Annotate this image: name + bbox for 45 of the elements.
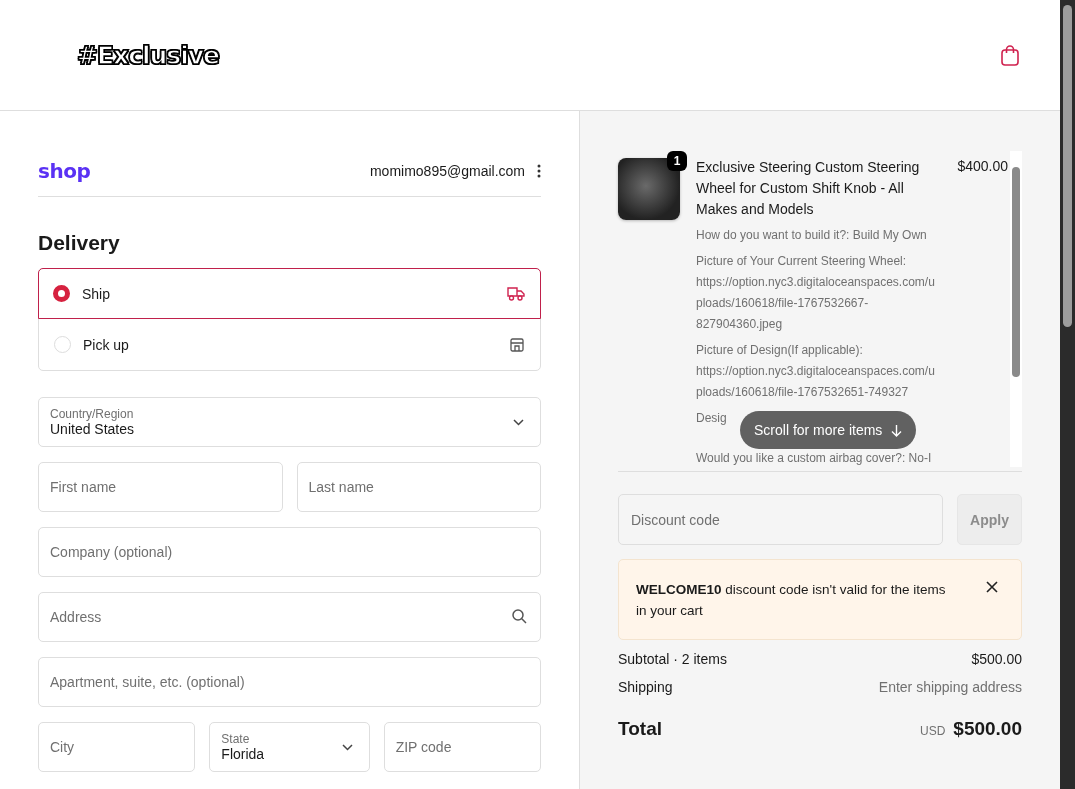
store-icon [510, 337, 524, 352]
scrollbar[interactable] [1010, 151, 1022, 467]
account-email: momimo895@gmail.com [369, 163, 525, 179]
delivery-option[interactable]: Ship [38, 268, 541, 319]
shop-brand-logo: shop [38, 159, 92, 183]
summary-label: Shipping [618, 678, 673, 696]
scrollbar[interactable] [1060, 0, 1075, 789]
quantity-badge: 1 [667, 151, 687, 171]
input-field[interactable]: Company (optional) [38, 527, 541, 577]
total-label: Total [618, 718, 663, 740]
chevron-down-icon [513, 419, 524, 426]
address-field[interactable]: Address [38, 592, 541, 642]
total-amount: $500.00 [953, 718, 1022, 740]
input-field[interactable]: ZIP code [383, 722, 541, 772]
input-field[interactable]: Apartment, suite, etc. (optional) [38, 657, 541, 707]
product-option-text: Desig [696, 410, 727, 427]
product-option-text: Picture of Design(If applicable): https://option.nyc3.digitaloceanspaces.com/uploads/160618/file-1767532651-749327 [696, 342, 936, 401]
section-heading: Delivery [38, 231, 121, 255]
input-field[interactable]: First name [38, 462, 283, 512]
product-option-text: Would you like a custom airbag cover?: No-I [696, 450, 932, 467]
product-price: $400.00 [957, 158, 1008, 176]
input-field[interactable]: Last name [296, 462, 541, 512]
product-option-text: How do you want to build it?: Build My Own [696, 227, 927, 244]
input-field[interactable]: City [38, 722, 196, 772]
product-photo-placeholder [618, 158, 680, 220]
delivery-option[interactable]: Pick up [39, 319, 540, 370]
chevron-down-icon [341, 744, 353, 751]
search-icon [512, 609, 527, 624]
store-logo[interactable]: #Exclusive [77, 40, 220, 70]
select-field[interactable]: Country/Region United States [38, 397, 541, 447]
radio-button[interactable] [53, 285, 70, 302]
summary-value: Enter shipping address [878, 678, 1022, 696]
select-field[interactable]: State Florida [209, 722, 370, 772]
product-title: Exclusive Steering Custom Steering Wheel for Custom Shift Knob - All Makes and Models [696, 158, 921, 219]
truck-icon [507, 286, 525, 301]
warning-message: WELCOME10 discount code isn't valid for the items in your cart [636, 581, 947, 620]
arrow-down-icon [891, 423, 903, 437]
summary-value: $500.00 [971, 650, 1022, 668]
summary-label: Subtotal · 2 items [618, 650, 727, 668]
scroll-more-button[interactable]: Scroll for more items [740, 411, 917, 449]
more-options-icon[interactable] [537, 164, 541, 178]
currency-code: USD [919, 724, 946, 738]
product-option-text: Picture of Your Current Steering Wheel: https://option.nyc3.digitaloceanspaces.com/uploads/160618/file-1767532667-827904360.jpeg [696, 253, 936, 333]
close-icon[interactable] [986, 581, 998, 593]
shopping-bag-icon[interactable] [1000, 44, 1020, 66]
